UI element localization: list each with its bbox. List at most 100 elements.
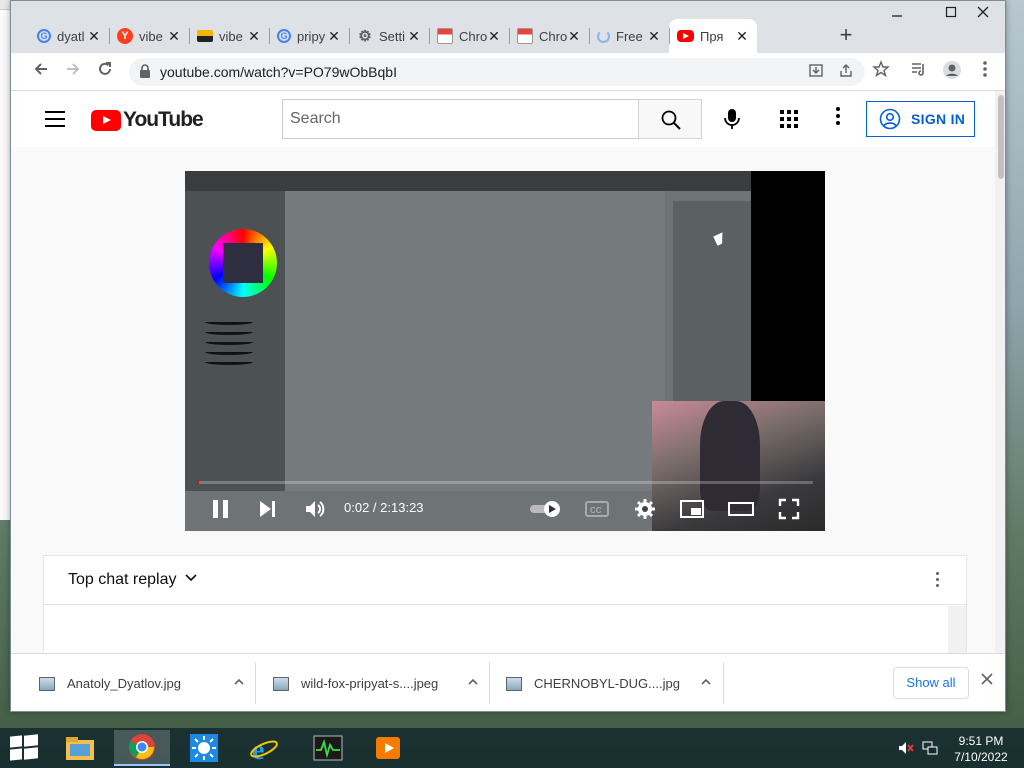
settings-more-button[interactable] — [835, 107, 841, 131]
youtube-logo[interactable]: YouTube — [91, 108, 204, 132]
close-shelf-button[interactable] — [981, 672, 993, 690]
chrome-taskbar-icon[interactable] — [114, 730, 170, 766]
color-wheel-graphic — [209, 229, 277, 297]
player-controls: 0:02 / 2:13:23 CC — [185, 487, 825, 531]
tab-close-icon[interactable]: ✕ — [647, 28, 661, 45]
search-placeholder: Search — [290, 110, 341, 127]
guide-menu-button[interactable] — [45, 111, 65, 127]
fullscreen-button[interactable] — [777, 497, 801, 521]
media-player-taskbar-icon[interactable] — [360, 730, 416, 766]
apps-grid-button[interactable] — [779, 109, 799, 129]
time-display: 0:02 / 2:13:23 — [344, 500, 424, 515]
fullscreen-icon — [778, 498, 800, 520]
mute-button[interactable] — [303, 497, 327, 521]
voice-search-button[interactable] — [718, 105, 746, 133]
internet-explorer-taskbar-icon[interactable]: e — [236, 730, 292, 766]
tab-close-icon[interactable]: ✕ — [487, 28, 501, 45]
closed-captions-icon: CC — [585, 501, 609, 517]
media-controls-button[interactable] — [907, 60, 931, 84]
google-g-icon: G — [37, 29, 51, 43]
search-button[interactable] — [638, 99, 702, 139]
page-scrollbar[interactable] — [995, 91, 1005, 653]
close-icon — [981, 673, 993, 685]
star-icon — [872, 60, 890, 78]
tab-settings[interactable]: ⚙ Setti ✕ — [349, 19, 429, 53]
tab-yandex-vibe[interactable]: Y vibe ✕ — [109, 19, 189, 53]
weather-app-taskbar-icon[interactable] — [176, 730, 232, 766]
back-button[interactable] — [29, 60, 53, 84]
download-item[interactable]: Anatoly_Dyatlov.jpg — [39, 654, 245, 711]
youtube-play-logo-icon — [91, 109, 121, 131]
profile-button[interactable] — [940, 60, 964, 84]
tab-close-icon[interactable]: ✕ — [327, 28, 341, 45]
system-clock[interactable]: 9:51 PM 7/10/2022 — [946, 733, 1016, 765]
address-bar[interactable]: youtube.com/watch?v=PO79wObBqbI — [129, 58, 865, 86]
download-item[interactable]: CHERNOBYL-DUG....jpg — [506, 654, 712, 711]
arrow-right-icon — [67, 63, 80, 75]
system-monitor-taskbar-icon[interactable] — [300, 730, 356, 766]
scrollbar-thumb[interactable] — [998, 95, 1004, 179]
youtube-icon — [677, 30, 694, 42]
video-progress-bar[interactable] — [197, 481, 813, 484]
forward-button[interactable] — [61, 60, 85, 84]
tab-image-vibe[interactable]: vibe ✕ — [189, 19, 269, 53]
tab-close-icon[interactable]: ✕ — [407, 28, 421, 45]
lock-icon — [140, 64, 150, 78]
tab-google-pripy[interactable]: G pripy ✕ — [269, 19, 349, 53]
chat-scrollbar[interactable] — [948, 606, 966, 653]
show-all-downloads-button[interactable]: Show all — [893, 667, 969, 699]
google-g-icon: G — [277, 29, 291, 43]
new-tab-button[interactable]: + — [833, 23, 859, 49]
tab-google-dyatl[interactable]: G dyatl ✕ — [29, 19, 109, 53]
theater-mode-button[interactable] — [727, 497, 755, 521]
url-text[interactable]: youtube.com/watch?v=PO79wObBqbI — [160, 64, 397, 80]
share-icon[interactable] — [837, 63, 855, 81]
kebab-menu-icon — [983, 61, 987, 77]
chevron-down-icon[interactable] — [184, 571, 198, 588]
sign-in-button[interactable]: SIGN IN — [866, 101, 975, 137]
store-icon — [437, 28, 453, 44]
autoplay-toggle[interactable] — [529, 497, 563, 521]
captions-button[interactable]: CC — [584, 497, 610, 521]
tab-close-icon[interactable]: ✕ — [167, 28, 181, 45]
chat-more-button[interactable] — [936, 572, 940, 590]
chevron-up-icon[interactable] — [233, 676, 245, 691]
download-item[interactable]: wild-fox-pripyat-s....jpeg — [273, 654, 479, 711]
install-app-icon[interactable] — [807, 63, 825, 81]
tab-close-icon[interactable]: ✕ — [735, 28, 749, 45]
tab-chrome-store-1[interactable]: Chro ✕ — [429, 19, 509, 53]
tab-close-icon[interactable]: ✕ — [247, 28, 261, 45]
tab-chrome-store-2[interactable]: Chro ✕ — [509, 19, 589, 53]
miniplayer-button[interactable] — [679, 497, 705, 521]
network-icon[interactable] — [922, 740, 938, 759]
pause-button[interactable] — [211, 497, 231, 521]
search-input[interactable]: Search — [282, 99, 638, 139]
start-button[interactable] — [10, 734, 38, 762]
chrome-menu-button[interactable] — [973, 60, 997, 84]
account-icon — [943, 61, 961, 79]
store-icon — [517, 28, 533, 44]
next-button[interactable] — [257, 497, 277, 521]
bookmark-button[interactable] — [869, 60, 893, 84]
chat-mode-dropdown[interactable]: Top chat replay — [68, 571, 177, 589]
tab-close-icon[interactable]: ✕ — [87, 28, 101, 45]
windows-taskbar: e 9:51 PM 7/10/2022 — [0, 728, 1024, 768]
minimize-button[interactable] — [875, 5, 919, 23]
close-window-button[interactable] — [961, 5, 1005, 23]
settings-button[interactable] — [633, 497, 657, 521]
reload-button[interactable] — [93, 60, 117, 84]
microphone-icon — [724, 109, 740, 129]
gear-icon — [635, 499, 655, 519]
file-explorer-taskbar-icon[interactable] — [52, 730, 108, 766]
chevron-up-icon[interactable] — [467, 676, 479, 691]
tab-free[interactable]: Free ✕ — [589, 19, 669, 53]
video-player[interactable]: 0:02 / 2:13:23 CC — [185, 171, 825, 531]
tab-youtube-active[interactable]: Пря ✕ — [669, 19, 757, 53]
pause-icon — [213, 500, 228, 518]
browser-toolbar: youtube.com/watch?v=PO79wObBqbI — [11, 53, 1005, 91]
svg-text:CC: CC — [590, 506, 602, 515]
tab-close-icon[interactable]: ✕ — [567, 28, 581, 45]
chevron-up-icon[interactable] — [700, 676, 712, 691]
volume-muted-icon[interactable] — [898, 740, 914, 759]
account-circle-icon — [879, 108, 901, 130]
